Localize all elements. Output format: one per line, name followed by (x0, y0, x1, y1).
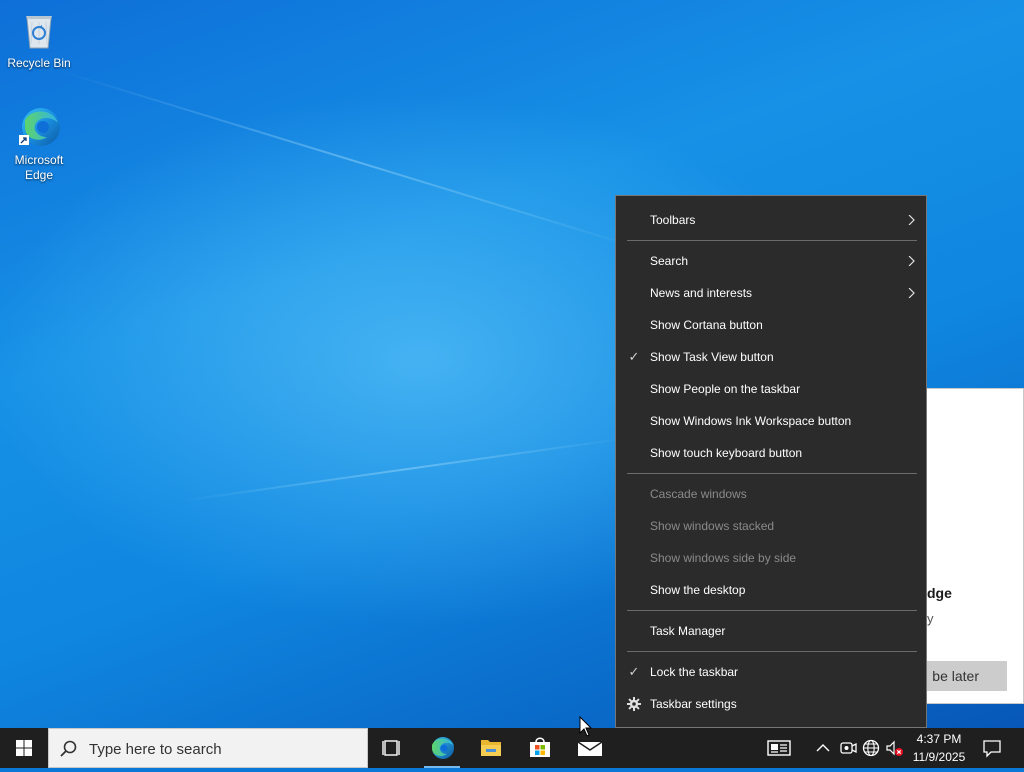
mouse-cursor-icon (579, 716, 593, 737)
menu-item-show-windows-stacked: Show windows stacked (616, 511, 926, 541)
menu-item-label: Show windows side by side (650, 551, 797, 565)
menu-item-label: News and interests (650, 286, 753, 300)
menu-item-label: Taskbar settings (650, 697, 737, 711)
start-button[interactable] (0, 728, 48, 768)
file-explorer-icon (481, 740, 501, 756)
maybe-later-label: be later (932, 668, 979, 684)
menu-item-taskbar-settings[interactable]: Taskbar settings (616, 689, 926, 719)
edge-icon (432, 737, 454, 759)
menu-item-show-the-desktop[interactable]: Show the desktop (616, 575, 926, 605)
menu-separator (627, 651, 917, 652)
menu-item-label: Show Windows Ink Workspace button (650, 414, 852, 428)
menu-item-show-task-view-button[interactable]: ✓ Show Task View button (616, 342, 926, 372)
chevron-right-icon (908, 288, 915, 298)
checkmark-icon: ✓ (628, 664, 640, 679)
taskbar-context-menu: Toolbars Search News and interests Show … (615, 195, 927, 728)
wallpaper-light-beam (179, 435, 636, 502)
task-view-button[interactable] (368, 728, 416, 768)
store-icon (530, 737, 550, 757)
recycle-bin-icon (17, 8, 61, 52)
system-clock[interactable]: 4:37 PM 11/9/2025 (908, 730, 970, 766)
action-center-icon[interactable] (982, 738, 1002, 758)
menu-item-search[interactable]: Search (616, 246, 926, 276)
search-icon (60, 740, 77, 757)
menu-item-label: Cascade windows (650, 487, 747, 501)
menu-separator (627, 240, 917, 241)
desktop-icon-label: Recycle Bin (7, 56, 71, 70)
desktop-icon-label: Microsoft Edge (14, 153, 64, 182)
taskbar-search-box[interactable] (48, 728, 368, 768)
menu-item-label: Toolbars (650, 213, 696, 227)
taskbar-edge-button[interactable] (418, 728, 466, 768)
clock-time: 4:37 PM (916, 732, 962, 746)
network-icon[interactable] (861, 738, 881, 758)
menu-item-lock-the-taskbar[interactable]: ✓ Lock the taskbar (616, 657, 926, 687)
chevron-right-icon (908, 215, 915, 225)
checkmark-icon: ✓ (628, 349, 640, 364)
desktop: Recycle Bin Microsoft Edge dge y be late… (0, 0, 1024, 728)
news-icon[interactable] (767, 738, 791, 758)
menu-item-label: Show Task View button (650, 350, 774, 364)
desktop-icon-microsoft-edge[interactable]: Microsoft Edge (1, 105, 77, 183)
desktop-icon-recycle-bin[interactable]: Recycle Bin (1, 8, 77, 71)
menu-item-show-cortana-button[interactable]: Show Cortana button (616, 310, 926, 340)
chevron-right-icon (908, 256, 915, 266)
volume-muted-icon[interactable] (884, 738, 904, 758)
taskbar: 4:37 PM 11/9/2025 (0, 728, 1024, 768)
taskbar-file-explorer-button[interactable] (467, 728, 515, 768)
menu-item-label: Show People on the taskbar (650, 382, 801, 396)
taskbar-store-button[interactable] (516, 728, 564, 768)
menu-item-show-ink-workspace[interactable]: Show Windows Ink Workspace button (616, 406, 926, 436)
popup-title: dge (927, 585, 952, 601)
menu-item-show-windows-side-by-side: Show windows side by side (616, 543, 926, 573)
search-input[interactable] (87, 737, 361, 761)
popup-body: y (927, 611, 934, 626)
gear-icon (627, 697, 641, 711)
menu-item-show-touch-keyboard[interactable]: Show touch keyboard button (616, 438, 926, 468)
menu-item-task-manager[interactable]: Task Manager (616, 616, 926, 646)
menu-item-label: Lock the taskbar (650, 665, 739, 679)
menu-item-cascade-windows: Cascade windows (616, 479, 926, 509)
meet-now-icon[interactable] (838, 738, 858, 758)
menu-item-label: Show windows stacked (650, 519, 775, 533)
menu-item-label: Search (650, 254, 689, 268)
menu-item-label: Show Cortana button (650, 318, 763, 332)
menu-item-label: Task Manager (650, 624, 726, 638)
menu-item-show-people[interactable]: Show People on the taskbar (616, 374, 926, 404)
menu-item-label: Show the desktop (650, 583, 746, 597)
menu-separator (627, 473, 917, 474)
windows-logo-icon (16, 740, 32, 756)
edge-icon (17, 105, 61, 149)
task-view-icon (382, 740, 400, 756)
chevron-up-icon[interactable] (813, 738, 833, 758)
clock-date: 11/9/2025 (912, 750, 966, 764)
wallpaper-light-beam (59, 70, 654, 254)
menu-item-news-and-interests[interactable]: News and interests (616, 278, 926, 308)
menu-item-toolbars[interactable]: Toolbars (616, 205, 926, 235)
menu-item-label: Show touch keyboard button (650, 446, 803, 460)
menu-separator (627, 610, 917, 611)
